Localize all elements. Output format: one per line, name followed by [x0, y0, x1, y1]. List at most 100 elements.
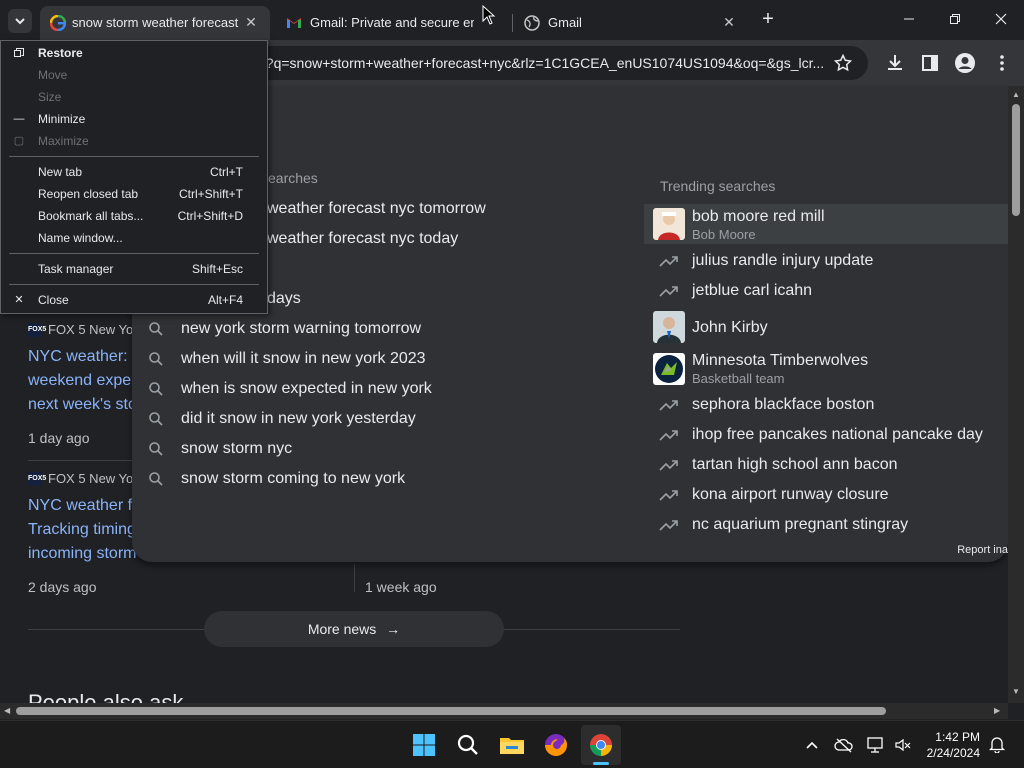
- menu-item-label: Close: [38, 293, 69, 307]
- suggestion-item[interactable]: when is snow expected in new york: [132, 374, 632, 404]
- scroll-down-arrow-icon[interactable]: ▼: [1012, 687, 1020, 696]
- kebab-menu-icon[interactable]: [991, 52, 1013, 74]
- suggestion-item[interactable]: new york storm warning tomorrow: [132, 314, 632, 344]
- close-tab-icon[interactable]: ✕: [720, 13, 738, 31]
- close-tab-icon[interactable]: ✕: [242, 13, 260, 31]
- menu-item-name-window[interactable]: Name window...: [1, 227, 267, 249]
- chrome-taskbar-active[interactable]: [581, 725, 621, 765]
- tab-search-button[interactable]: [8, 9, 32, 33]
- trending-title: jetblue carl icahn: [692, 282, 813, 299]
- tab-title: Gmail: [548, 15, 582, 30]
- menu-item-label: New tab: [38, 165, 83, 179]
- menu-item-bookmark-all-tabs[interactable]: Bookmark all tabs... Ctrl+Shift+D: [1, 205, 267, 227]
- tab-gmail-private[interactable]: Gmail: Private and secure email: [278, 6, 508, 40]
- person-thumbnail-icon: [653, 311, 685, 343]
- firefox-icon[interactable]: [540, 729, 572, 761]
- scroll-left-arrow-icon[interactable]: ◀: [4, 706, 10, 715]
- system-clock[interactable]: 1:42 PM 2/24/2024: [927, 729, 980, 761]
- column-divider: [354, 564, 355, 592]
- news-date: 1 day ago: [28, 430, 90, 446]
- trending-item[interactable]: sephora blackface boston: [644, 394, 1008, 416]
- suggestion-item[interactable]: snow storm nyc: [132, 434, 632, 464]
- trending-item[interactable]: jetblue carl icahn: [644, 280, 1008, 302]
- news-title[interactable]: NYC weather f Tracking timing incoming s…: [28, 494, 136, 566]
- side-panel-icon[interactable]: [919, 52, 941, 74]
- new-tab-button[interactable]: +: [757, 8, 779, 30]
- trending-item[interactable]: julius randle injury update: [644, 250, 1008, 272]
- report-inappropriate-link[interactable]: Report ina: [957, 544, 1008, 556]
- search-icon: [149, 352, 163, 366]
- search-icon: [149, 322, 163, 336]
- arrow-right-icon: →: [386, 621, 401, 637]
- search-icon[interactable]: [452, 729, 484, 761]
- tab-snow-storm[interactable]: snow storm weather forecast nyc ✕: [40, 6, 270, 40]
- chrome-icon: [590, 734, 612, 756]
- profile-icon[interactable]: [954, 52, 976, 74]
- suggestion-text: when will it snow in new york 2023: [181, 350, 426, 367]
- news-title[interactable]: NYC weather: weekend expe next week's st…: [28, 345, 137, 417]
- restore-window-button[interactable]: [932, 4, 978, 34]
- address-bar[interactable]: h?q=snow+storm+weather+forecast+nyc&rlz=…: [250, 46, 868, 80]
- vertical-scrollbar[interactable]: ▲ ▼: [1008, 86, 1024, 703]
- horizontal-scroll-thumb[interactable]: [16, 707, 886, 715]
- menu-item-move: Move: [1, 64, 267, 86]
- trending-title: julius randle injury update: [692, 252, 874, 269]
- menu-item-minimize[interactable]: — Minimize: [1, 108, 267, 130]
- trending-item[interactable]: kona airport runway closure: [644, 484, 1008, 506]
- news-title-line: NYC weather:: [28, 348, 128, 365]
- star-bookmark-icon[interactable]: [834, 54, 852, 72]
- windows-start-icon[interactable]: [408, 729, 440, 761]
- scroll-up-arrow-icon[interactable]: ▲: [1012, 90, 1020, 99]
- chevron-up-icon[interactable]: [804, 737, 820, 753]
- menu-item-size: Size: [1, 86, 267, 108]
- news-title-line: NYC weather f: [28, 497, 133, 514]
- horizontal-scrollbar[interactable]: ◀ ▶: [0, 703, 1008, 719]
- volume-muted-icon[interactable]: [894, 736, 912, 754]
- news-title-line: Tracking timing: [28, 521, 136, 538]
- suggestion-item[interactable]: weather forecast nyc today: [267, 230, 458, 248]
- trending-item[interactable]: nc aquarium pregnant stingray: [644, 514, 1008, 536]
- vertical-scroll-thumb[interactable]: [1012, 104, 1020, 216]
- trending-title: Minnesota Timberwolves: [692, 352, 869, 369]
- trending-title: bob moore red mill: [692, 208, 825, 225]
- menu-item-shortcut: Alt+F4: [207, 293, 243, 307]
- minimize-window-button[interactable]: [886, 4, 932, 34]
- minimize-icon: [904, 18, 914, 20]
- suggestion-item[interactable]: days: [267, 290, 301, 308]
- file-explorer-icon[interactable]: [496, 729, 528, 761]
- menu-item-new-tab[interactable]: New tab Ctrl+T: [1, 161, 267, 183]
- trending-item[interactable]: John Kirby: [644, 310, 1008, 344]
- menu-item-label: Name window...: [38, 231, 123, 245]
- news-source[interactable]: FOX5 FOX 5 New Yo: [28, 471, 133, 486]
- trending-item[interactable]: bob moore red mill Bob Moore: [644, 204, 1008, 244]
- suggestion-text: snow storm coming to new york: [181, 470, 406, 487]
- trending-title: nc aquarium pregnant stingray: [692, 516, 909, 533]
- network-icon[interactable]: [866, 736, 886, 754]
- more-news-button[interactable]: More news →: [204, 611, 504, 647]
- news-source[interactable]: FOX5 FOX 5 New Yo: [28, 322, 133, 337]
- suggestion-item[interactable]: weather forecast nyc tomorrow: [267, 200, 486, 218]
- scroll-right-arrow-icon[interactable]: ▶: [994, 706, 1000, 715]
- suggestion-item[interactable]: did it snow in new york yesterday: [132, 404, 632, 434]
- menu-item-task-manager[interactable]: Task manager Shift+Esc: [1, 258, 267, 280]
- download-icon[interactable]: [884, 52, 906, 74]
- suggestion-item[interactable]: when will it snow in new york 2023: [132, 344, 632, 374]
- news-title-line: incoming storm: [28, 545, 137, 562]
- onedrive-off-icon[interactable]: [834, 737, 854, 753]
- close-window-button[interactable]: [978, 4, 1024, 34]
- menu-item-reopen-closed-tab[interactable]: Reopen closed tab Ctrl+Shift+T: [1, 183, 267, 205]
- suggestion-item[interactable]: snow storm coming to new york: [132, 464, 632, 494]
- trending-item[interactable]: Minnesota Timberwolves Basketball team: [644, 352, 1008, 386]
- menu-item-close[interactable]: ✕ Close Alt+F4: [1, 289, 267, 311]
- menu-item-shortcut: Shift+Esc: [191, 262, 243, 276]
- news-date: 1 week ago: [365, 579, 437, 595]
- more-news-label: More news: [307, 621, 377, 637]
- menu-item-restore[interactable]: Restore: [1, 42, 267, 64]
- tab-gmail[interactable]: Gmail ✕: [516, 6, 748, 40]
- address-bar-url[interactable]: h?q=snow+storm+weather+forecast+nyc&rlz=…: [258, 55, 828, 71]
- trending-up-icon: [659, 286, 678, 297]
- notification-bell-icon[interactable]: [988, 735, 1006, 753]
- search-icon: [149, 382, 163, 396]
- trending-item[interactable]: ihop free pancakes national pancake day: [644, 424, 1008, 446]
- trending-item[interactable]: tartan high school ann bacon: [644, 454, 1008, 476]
